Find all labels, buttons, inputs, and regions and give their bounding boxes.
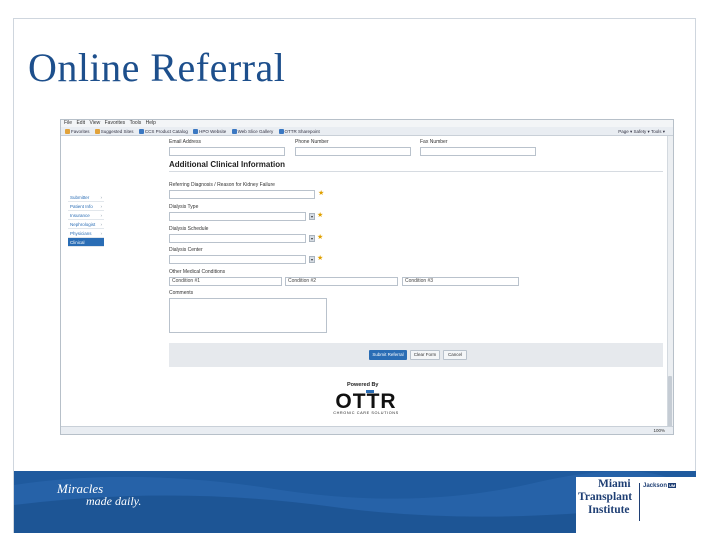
powered-by-label: Powered By bbox=[347, 382, 379, 388]
favorite-star-icon[interactable]: ★ bbox=[317, 255, 323, 262]
fax-field[interactable] bbox=[420, 147, 536, 156]
page-icon bbox=[138, 129, 144, 134]
phone-field[interactable] bbox=[295, 147, 411, 156]
other-conditions-label: Other Medical Conditions bbox=[169, 269, 226, 275]
folder-icon bbox=[94, 129, 100, 134]
chevron-down-icon[interactable]: ▾ bbox=[309, 213, 315, 220]
chevron-right-icon: › bbox=[100, 213, 103, 218]
menu-favorites[interactable]: Favorites bbox=[105, 120, 126, 127]
favorites-button[interactable]: Favorites bbox=[65, 127, 90, 136]
email-field[interactable] bbox=[169, 147, 285, 156]
institute-logo: Miami Transplant Institute Jackson UM bbox=[576, 477, 696, 533]
favorite-link[interactable]: Suggested Sites bbox=[94, 127, 134, 136]
favorites-bar: Favorites Suggested Sites CCS Product Ca… bbox=[61, 127, 673, 136]
condition-3-input[interactable]: Condition #3 bbox=[402, 277, 519, 286]
partner-logo: Jackson UM bbox=[643, 483, 677, 489]
menu-tools[interactable]: Tools bbox=[130, 120, 142, 127]
nav-item-submitter[interactable]: Submitter › bbox=[68, 193, 104, 202]
phone-label: Phone Number bbox=[295, 139, 329, 145]
nav-item-physicians[interactable]: Physicians › bbox=[68, 229, 104, 238]
section-divider bbox=[169, 171, 663, 172]
dialysis-center-select[interactable] bbox=[169, 255, 306, 264]
menu-edit[interactable]: Edit bbox=[76, 120, 85, 127]
footer-band: Miracles made daily. Miami Transplant In… bbox=[14, 471, 696, 533]
dialysis-type-select[interactable] bbox=[169, 212, 306, 221]
chevron-down-icon[interactable]: ▾ bbox=[309, 235, 315, 242]
slide-title: Online Referral bbox=[28, 45, 286, 90]
comments-label: Comments bbox=[169, 290, 194, 296]
referring-diagnosis-label: Referring Diagnosis / Reason for Kidney … bbox=[169, 182, 275, 188]
favorite-star-icon[interactable]: ★ bbox=[317, 212, 323, 219]
nav-item-insurance[interactable]: Insurance › bbox=[68, 211, 104, 220]
page-icon bbox=[231, 129, 237, 134]
condition-1-input[interactable]: Condition #1 bbox=[169, 277, 282, 286]
star-icon bbox=[65, 129, 70, 134]
chevron-right-icon: › bbox=[100, 204, 103, 209]
nav-item-patient-info[interactable]: Patient Info › bbox=[68, 202, 104, 211]
dialysis-schedule-label: Dialysis Schedule bbox=[169, 226, 209, 232]
submit-referral-button[interactable]: Submit Referral bbox=[369, 350, 407, 360]
zoom-level[interactable]: 100% bbox=[653, 427, 665, 434]
fax-label: Fax Number bbox=[420, 139, 448, 145]
favorite-star-icon[interactable]: ★ bbox=[318, 190, 324, 197]
clear-form-button[interactable]: Clear Form bbox=[410, 350, 440, 360]
email-label: Email Address bbox=[169, 139, 201, 145]
dialysis-type-label: Dialysis Type bbox=[169, 204, 199, 210]
dialysis-schedule-select[interactable] bbox=[169, 234, 306, 243]
institute-line2: Transplant bbox=[578, 491, 633, 503]
comments-textarea[interactable] bbox=[169, 298, 327, 333]
browser-screenshot: File Edit View Favorites Tools Help Favo… bbox=[60, 119, 674, 435]
favorite-link[interactable]: HPO Website bbox=[193, 127, 226, 136]
ottr-tagline: CHRONIC CARE SOLUTIONS bbox=[333, 411, 399, 415]
nav-item-clinical[interactable]: Clinical bbox=[68, 238, 104, 247]
chevron-down-icon[interactable]: ▾ bbox=[309, 256, 315, 263]
ottr-logo: OTTR bbox=[323, 389, 409, 411]
favorite-link[interactable]: Web Slice Gallery bbox=[231, 127, 273, 136]
chevron-right-icon: › bbox=[100, 231, 103, 236]
menu-help[interactable]: Help bbox=[146, 120, 156, 127]
command-bar-right[interactable]: Page ▾ Safety ▾ Tools ▾ bbox=[618, 127, 665, 136]
cancel-button[interactable]: Cancel bbox=[443, 350, 467, 360]
chevron-right-icon: › bbox=[100, 222, 103, 227]
chevron-right-icon: › bbox=[100, 195, 103, 200]
page-icon bbox=[193, 129, 199, 134]
ottr-logo-text: OTTR bbox=[335, 390, 396, 411]
menu-file[interactable]: File bbox=[64, 120, 72, 127]
favorite-link[interactable]: OTTR Sharepoint bbox=[278, 127, 320, 136]
condition-2-input[interactable]: Condition #2 bbox=[285, 277, 398, 286]
favorite-star-icon[interactable]: ★ bbox=[317, 234, 323, 241]
section-title: Additional Clinical Information bbox=[169, 160, 285, 169]
referring-diagnosis-field[interactable] bbox=[169, 190, 315, 199]
page-icon bbox=[278, 129, 284, 134]
form-action-bar: Submit Referral Clear Form Cancel bbox=[169, 343, 663, 367]
browser-menubar: File Edit View Favorites Tools Help bbox=[61, 120, 673, 127]
dialysis-center-label: Dialysis Center bbox=[169, 247, 203, 253]
logo-divider bbox=[639, 483, 640, 521]
referral-nav: Submitter › Patient Info › Insurance › Neph… bbox=[68, 193, 104, 247]
menu-view[interactable]: View bbox=[89, 120, 100, 127]
vertical-scrollbar[interactable] bbox=[667, 136, 673, 434]
footer-tagline-line2: made daily. bbox=[86, 494, 142, 508]
favorite-link[interactable]: CCS Product Catalog bbox=[138, 127, 188, 136]
partner-badge: UM bbox=[668, 483, 677, 488]
institute-line3: Institute bbox=[588, 504, 630, 516]
browser-statusbar: 100% bbox=[61, 426, 673, 434]
nav-item-nephrologist[interactable]: Nephrologist › bbox=[68, 220, 104, 229]
institute-line1: Miami bbox=[598, 478, 631, 490]
